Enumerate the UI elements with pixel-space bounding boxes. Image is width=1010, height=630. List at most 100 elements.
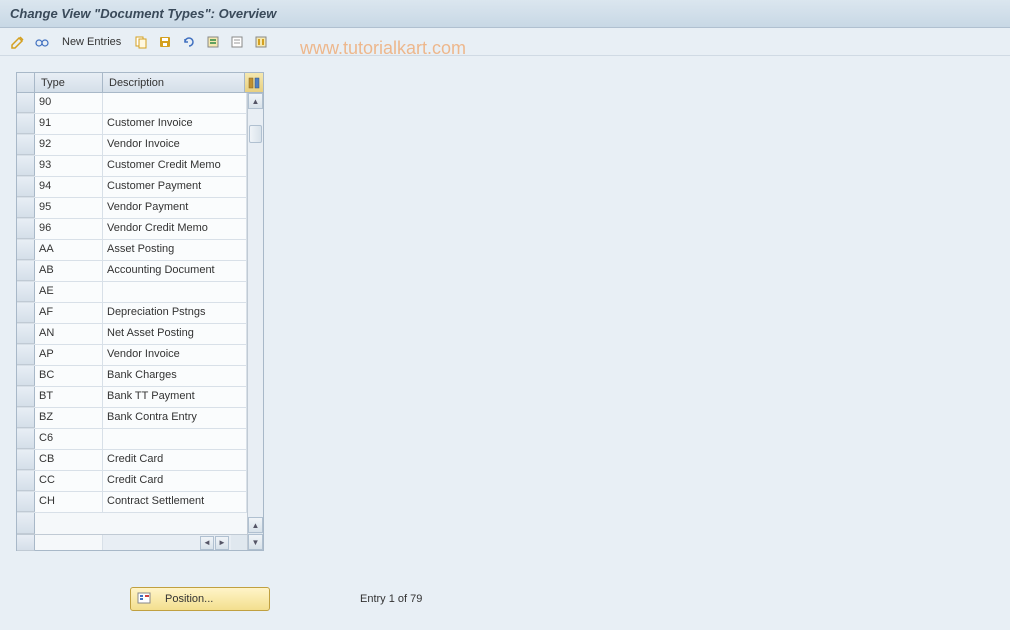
- hscroll-right-button[interactable]: ►: [215, 536, 229, 550]
- page-title: Change View "Document Types": Overview: [0, 0, 1010, 28]
- row-selector[interactable]: [17, 450, 35, 470]
- cell-desc[interactable]: Bank Contra Entry: [103, 408, 247, 428]
- row-selector[interactable]: [17, 324, 35, 344]
- column-header-description[interactable]: Description: [103, 73, 245, 92]
- cell-type[interactable]: 94: [35, 177, 103, 197]
- cell-desc[interactable]: Credit Card: [103, 471, 247, 491]
- row-selector[interactable]: [17, 282, 35, 302]
- row-selector[interactable]: [17, 135, 35, 155]
- cell-desc[interactable]: Contract Settlement: [103, 492, 247, 512]
- position-label: Position...: [165, 593, 213, 605]
- cell-type[interactable]: AA: [35, 240, 103, 260]
- row-selector[interactable]: [17, 114, 35, 134]
- vscroll-up-button[interactable]: ▲: [248, 93, 263, 109]
- toolbar: New Entries: [0, 28, 1010, 56]
- row-selector[interactable]: [17, 156, 35, 176]
- cell-desc[interactable]: Vendor Invoice: [103, 345, 247, 365]
- table-row: AFDepreciation Pstngs: [17, 303, 247, 324]
- cell-type[interactable]: AF: [35, 303, 103, 323]
- hscroll-left-button[interactable]: ◄: [200, 536, 214, 550]
- cell-desc[interactable]: Credit Card: [103, 450, 247, 470]
- hsb-corner-left: [17, 535, 35, 551]
- cell-type[interactable]: CB: [35, 450, 103, 470]
- cell-type[interactable]: 96: [35, 219, 103, 239]
- row-selector[interactable]: [17, 240, 35, 260]
- deselect-all-icon[interactable]: [227, 32, 247, 52]
- cell-desc[interactable]: Customer Credit Memo: [103, 156, 247, 176]
- row-selector[interactable]: [17, 429, 35, 449]
- cell-type[interactable]: AE: [35, 282, 103, 302]
- cell-type[interactable]: CH: [35, 492, 103, 512]
- change-icon[interactable]: [8, 32, 28, 52]
- select-all-rows[interactable]: [17, 73, 35, 92]
- table-row: C6: [17, 429, 247, 450]
- glasses-icon[interactable]: [32, 32, 52, 52]
- row-selector[interactable]: [17, 513, 35, 534]
- copy-icon[interactable]: [131, 32, 151, 52]
- vertical-scrollbar[interactable]: ▲ ▲ ▼: [247, 93, 263, 550]
- cell-desc[interactable]: Bank TT Payment: [103, 387, 247, 407]
- cell-desc[interactable]: Accounting Document: [103, 261, 247, 281]
- cell-type[interactable]: 91: [35, 114, 103, 134]
- document-types-table: Type Description 90 91Customer Invoice 9…: [16, 72, 264, 551]
- column-header-type[interactable]: Type: [35, 73, 103, 92]
- cell-desc[interactable]: Asset Posting: [103, 240, 247, 260]
- table-settings-icon[interactable]: [251, 32, 271, 52]
- save-icon[interactable]: [155, 32, 175, 52]
- row-selector[interactable]: [17, 93, 35, 113]
- cell-type[interactable]: AB: [35, 261, 103, 281]
- table-row: ANNet Asset Posting: [17, 324, 247, 345]
- cell-desc[interactable]: Customer Invoice: [103, 114, 247, 134]
- table-row: BCBank Charges: [17, 366, 247, 387]
- cell-type[interactable]: BZ: [35, 408, 103, 428]
- row-selector[interactable]: [17, 177, 35, 197]
- position-button[interactable]: Position...: [130, 587, 270, 611]
- table-row: BTBank TT Payment: [17, 387, 247, 408]
- cell-type[interactable]: AP: [35, 345, 103, 365]
- undo-icon[interactable]: [179, 32, 199, 52]
- cell-type[interactable]: 90: [35, 93, 103, 113]
- row-selector[interactable]: [17, 261, 35, 281]
- table-config-icon[interactable]: [245, 73, 263, 92]
- row-selector[interactable]: [17, 471, 35, 491]
- cell-desc[interactable]: [103, 93, 247, 113]
- cell-type[interactable]: C6: [35, 429, 103, 449]
- cell-desc[interactable]: Customer Payment: [103, 177, 247, 197]
- vscroll-thumb[interactable]: [249, 125, 262, 143]
- cell-type[interactable]: BT: [35, 387, 103, 407]
- row-selector[interactable]: [17, 408, 35, 428]
- cell-desc[interactable]: Vendor Payment: [103, 198, 247, 218]
- row-selector[interactable]: [17, 387, 35, 407]
- select-all-icon[interactable]: [203, 32, 223, 52]
- cell-type[interactable]: AN: [35, 324, 103, 344]
- row-selector[interactable]: [17, 219, 35, 239]
- cell-desc[interactable]: Depreciation Pstngs: [103, 303, 247, 323]
- cell-type[interactable]: 92: [35, 135, 103, 155]
- cell-desc[interactable]: Bank Charges: [103, 366, 247, 386]
- cell-type[interactable]: 95: [35, 198, 103, 218]
- row-selector[interactable]: [17, 198, 35, 218]
- row-selector[interactable]: [17, 492, 35, 512]
- cell-type[interactable]: CC: [35, 471, 103, 491]
- table-row: 95Vendor Payment: [17, 198, 247, 219]
- entry-count-text: Entry 1 of 79: [360, 593, 422, 605]
- cell-desc[interactable]: Net Asset Posting: [103, 324, 247, 344]
- row-selector[interactable]: [17, 303, 35, 323]
- cell-desc[interactable]: Vendor Invoice: [103, 135, 247, 155]
- horizontal-scrollbar: ◄ ►: [17, 534, 247, 550]
- table-row: 96Vendor Credit Memo: [17, 219, 247, 240]
- cell-type[interactable]: 93: [35, 156, 103, 176]
- row-selector[interactable]: [17, 366, 35, 386]
- cell-desc[interactable]: [103, 282, 247, 302]
- cell-desc[interactable]: [103, 429, 247, 449]
- vscroll-down-button[interactable]: ▼: [248, 534, 263, 550]
- vscroll-up2-button[interactable]: ▲: [248, 517, 263, 533]
- cell-type[interactable]: BC: [35, 366, 103, 386]
- vscroll-track[interactable]: [248, 109, 263, 517]
- table-row: 91Customer Invoice: [17, 114, 247, 135]
- row-selector[interactable]: [17, 345, 35, 365]
- table-row: ABAccounting Document: [17, 261, 247, 282]
- new-entries-button[interactable]: New Entries: [62, 36, 121, 48]
- cell-desc[interactable]: Vendor Credit Memo: [103, 219, 247, 239]
- footer: Position... Entry 1 of 79: [130, 587, 1010, 611]
